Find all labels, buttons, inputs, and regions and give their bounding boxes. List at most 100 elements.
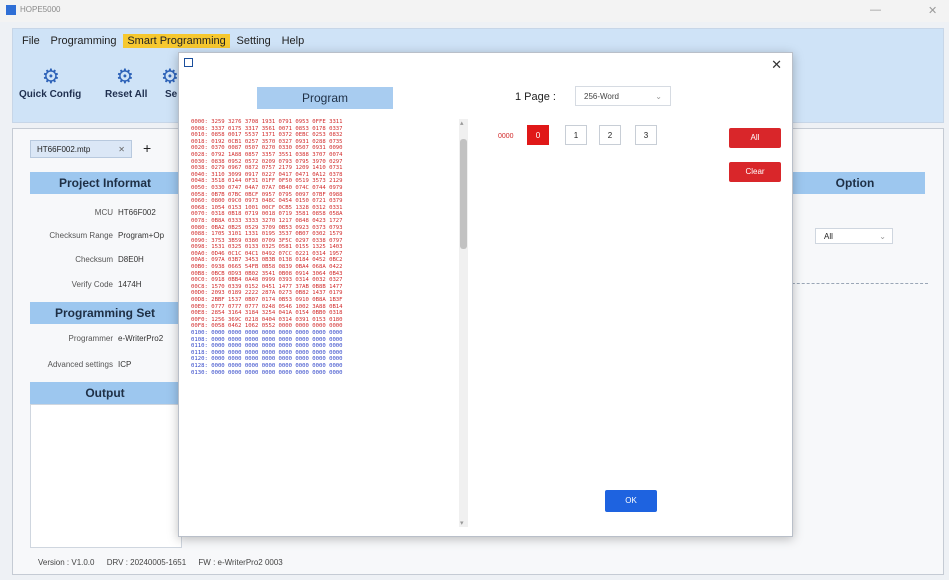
project-info-header: Project Informat: [30, 172, 180, 194]
programmer-label: Programmer: [68, 334, 113, 343]
verify-code-value: 1474H: [118, 280, 142, 289]
program-header: Program: [257, 87, 393, 109]
settings-button[interactable]: Se: [165, 89, 177, 100]
hex-row: 0088: 1705 3101 1331 0195 3537 0B07 0302…: [191, 231, 343, 238]
hex-row: 00C0: 0918 0BB4 0A48 0999 0393 0314 0032…: [191, 277, 343, 284]
app-logo-icon: [6, 5, 16, 15]
hex-row: 0018: 0192 0CB1 0257 3570 0327 0931 0288…: [191, 138, 343, 145]
reset-all-button[interactable]: Reset All: [105, 89, 147, 100]
page-button-2[interactable]: 2: [599, 125, 621, 145]
menu-bar: File Programming Smart Programming Setti…: [18, 34, 308, 50]
hex-row: 0090: 3753 3B59 0380 0709 3F5C 0297 0338…: [191, 237, 343, 244]
quick-config-button[interactable]: Quick Config: [19, 89, 81, 100]
hex-row: 0098: 1531 0325 0133 0325 0581 0155 1325…: [191, 244, 343, 251]
hex-row: 0070: 0318 0B18 0719 0018 0719 3581 0858…: [191, 211, 343, 218]
hex-scrollbar[interactable]: ▴ ▾: [459, 119, 468, 527]
option-header: Option: [785, 172, 925, 194]
hex-row: 0020: 0370 0087 0507 0270 0330 0507 0931…: [191, 145, 343, 152]
hex-row: 00B0: 0938 0665 54FB 0B58 0839 0BA4 068A…: [191, 264, 343, 271]
dialog-close-icon[interactable]: ✕: [771, 57, 782, 73]
hex-row: 0048: 3518 0144 0F31 01FF 0F50 0519 3573…: [191, 178, 343, 185]
scroll-down-icon[interactable]: ▾: [460, 519, 464, 527]
hex-row: 0050: 0330 0747 04A7 07A7 0B40 074C 0744…: [191, 184, 343, 191]
hex-row: 0030: 0838 0952 0572 0209 0793 0795 3970…: [191, 158, 343, 165]
verify-code-label: Verify Code: [71, 280, 113, 289]
checksum-range-label: Checksum Range: [49, 231, 113, 240]
ok-button[interactable]: OK: [605, 490, 657, 512]
output-header: Output: [30, 382, 180, 404]
hex-row: 0110: 0000 0000 0000 0000 0000 0000 0000…: [191, 343, 343, 350]
add-tab-icon[interactable]: +: [143, 140, 151, 156]
hex-row: 00D0: 2093 0189 2222 287A 0273 0B82 1437…: [191, 290, 343, 297]
tab-project-label: HT66F002.mtp: [37, 145, 91, 154]
hex-row: 0128: 0000 0000 0000 0000 0000 0000 0000…: [191, 362, 343, 369]
hex-row: 00C8: 1570 0339 0152 0451 1477 37AB 0B8B…: [191, 283, 343, 290]
hex-row: 0060: 0800 09C0 0973 048C 0454 0150 0721…: [191, 198, 343, 205]
menu-file[interactable]: File: [18, 34, 44, 48]
hex-row: 0028: 0792 1A88 0857 3357 3551 0388 3707…: [191, 151, 343, 158]
hex-row: 00E8: 2854 3164 3184 3254 041A 0154 0BB0…: [191, 310, 343, 317]
page-size-value: 256-Word: [584, 92, 619, 101]
app-title: HOPE5000: [20, 5, 61, 14]
hex-row: 00A0: 0D46 0C1C 04C1 0492 07CC 0221 0314…: [191, 250, 343, 257]
all-button[interactable]: All: [729, 128, 781, 148]
tab-close-icon[interactable]: ✕: [118, 141, 125, 159]
title-bar: HOPE5000 — ✕: [0, 0, 949, 22]
quick-config-icon: ⚙: [42, 66, 60, 88]
hex-row: 00D8: 2BBF 1537 0B07 0174 0B53 0910 0B8A…: [191, 297, 343, 304]
scroll-up-icon[interactable]: ▴: [460, 119, 464, 127]
reset-all-icon: ⚙: [116, 66, 134, 88]
program-dialog: ✕ Program 0000: 3259 3276 3708 1931 0791…: [178, 52, 793, 537]
checksum-value: D8E0H: [118, 255, 144, 264]
advanced-settings-value: ICP: [118, 360, 132, 369]
version-text: Version : V1.0.0: [38, 558, 95, 567]
hex-row: 0078: 0B8A 0333 3333 3270 1217 0848 0423…: [191, 217, 343, 224]
hex-row: 0058: 0B7B 07BC 0BCF 0957 0795 0097 07BF…: [191, 191, 343, 198]
mcu-value: HT66F002: [118, 208, 156, 217]
checksum-range-value: Program+Op: [118, 231, 165, 240]
page-size-select[interactable]: 256-Word ⌄: [575, 86, 671, 106]
hex-row: 0040: 3110 3099 0917 0227 0417 0471 0A12…: [191, 171, 343, 178]
scrollbar-thumb[interactable]: [460, 139, 467, 249]
hex-row: 0108: 0000 0000 0000 0000 0000 0000 0000…: [191, 336, 343, 343]
hex-row: 0068: 1054 0153 1001 00CF 0CB5 1328 0312…: [191, 204, 343, 211]
page-button-0[interactable]: 0: [527, 125, 549, 145]
hex-row: 00E0: 0777 0777 0777 0248 0546 1002 3A88…: [191, 303, 343, 310]
hex-row: 00B8: 0BCB 0D93 0B02 3541 0B08 0914 3064…: [191, 270, 343, 277]
checksum-label: Checksum: [75, 255, 113, 264]
tab-project[interactable]: HT66F002.mtp ✕: [30, 140, 132, 158]
clear-button[interactable]: Clear: [729, 162, 781, 182]
menu-help[interactable]: Help: [278, 34, 309, 48]
hex-row: 0038: 0279 0967 0872 0757 2179 1209 1410…: [191, 165, 343, 172]
menu-programming[interactable]: Programming: [47, 34, 121, 48]
option-select-value: All: [824, 232, 833, 241]
hex-row: 00F8: 0058 0462 1062 0552 0000 0000 0000…: [191, 323, 343, 330]
hex-dump: 0000: 3259 3276 3708 1931 0791 0953 0FFE…: [191, 119, 457, 527]
option-select[interactable]: All ⌄: [815, 228, 893, 244]
hex-row: 00A8: 097A 03B7 3453 0B3B 0138 0184 0452…: [191, 257, 343, 264]
hex-row: 0100: 0000 0000 0000 0000 0000 0000 0000…: [191, 330, 343, 336]
menu-smart-programming[interactable]: Smart Programming: [123, 34, 230, 48]
page-address-label: 0000: [498, 133, 514, 140]
hex-row: 0120: 0000 0000 0000 0000 0000 0000 0000…: [191, 356, 343, 363]
dialog-app-icon: [184, 58, 193, 67]
hex-row: 0130: 0000 0000 0000 0000 0000 0000 0000…: [191, 369, 343, 376]
hex-row: 0000: 3259 3276 3708 1931 0791 0953 0FFE…: [191, 119, 343, 125]
minimize-icon[interactable]: —: [870, 4, 881, 16]
close-window-icon[interactable]: ✕: [928, 4, 937, 17]
advanced-settings-label: Advanced settings: [47, 360, 113, 369]
fw-text: FW : e-WriterPro2 0003: [198, 558, 283, 567]
mcu-label: MCU: [94, 208, 113, 217]
page-size-label: 1 Page :: [515, 91, 556, 103]
status-bar: Version : V1.0.0 DRV : 20240005-1651 FW …: [38, 558, 293, 567]
page-button-3[interactable]: 3: [635, 125, 657, 145]
divider: [782, 283, 928, 284]
hex-row: 0010: 0858 0017 5537 1371 0372 0EBC 0253…: [191, 132, 343, 139]
hex-row: 0008: 3337 0175 3317 3561 0071 0853 0178…: [191, 125, 343, 132]
page-button-1[interactable]: 1: [565, 125, 587, 145]
hex-row: 00F0: 1256 369C 0218 0404 0314 0391 0153…: [191, 316, 343, 323]
hex-row: 0080: 0BA2 0B25 0529 3709 0B53 0923 0373…: [191, 224, 343, 231]
output-area: [30, 404, 182, 548]
chevron-down-icon: ⌄: [655, 92, 662, 101]
menu-setting[interactable]: Setting: [233, 34, 275, 48]
